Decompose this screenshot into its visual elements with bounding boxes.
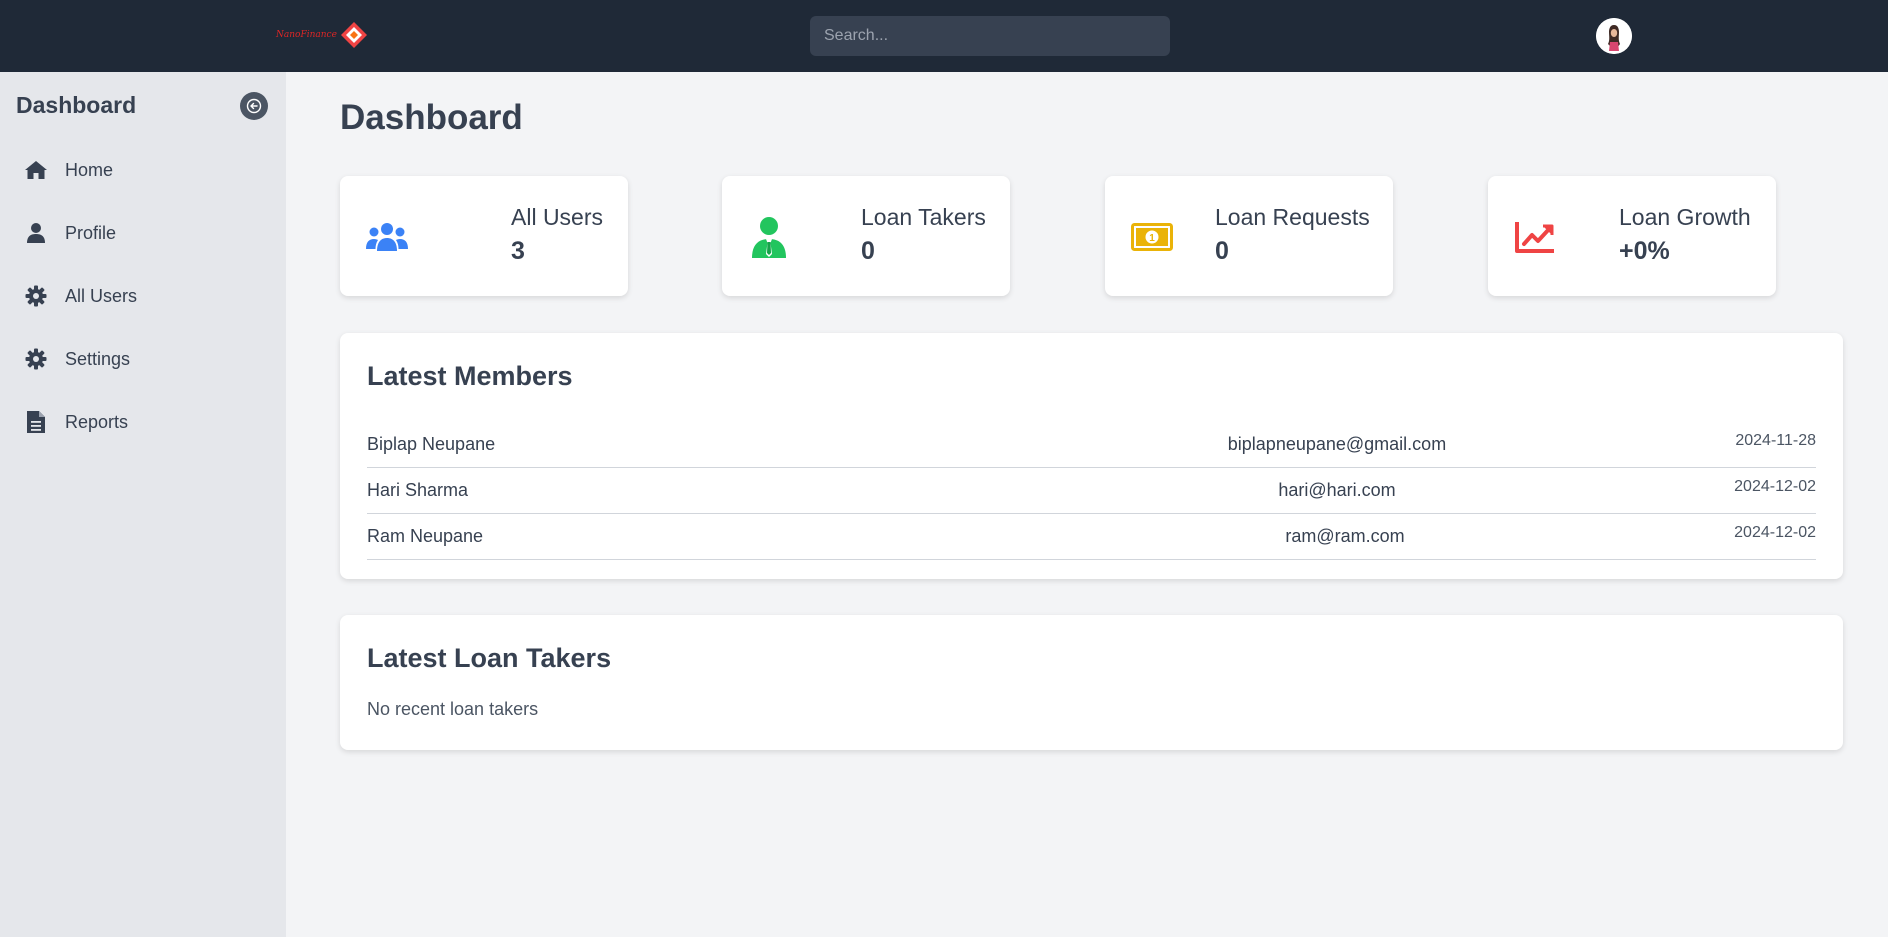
user-tie-icon	[748, 216, 790, 258]
member-date: 2024-12-02	[1734, 478, 1816, 495]
gear-icon	[24, 284, 48, 308]
member-email: biplapneupane@gmail.com	[1227, 434, 1447, 454]
stat-value: 3	[511, 237, 525, 265]
sidebar: Dashboard Home Profile All Users Setting…	[0, 72, 286, 937]
stat-label: Loan Takers	[861, 204, 986, 230]
stat-card-loan-requests[interactable]: 1 Loan Requests 0	[1105, 176, 1393, 296]
sidebar-item-home[interactable]: Home	[0, 148, 286, 192]
member-email: ram@ram.com	[1285, 526, 1405, 546]
member-row[interactable]: Ram Neupane ram@ram.com 2024-12-02	[367, 514, 1816, 560]
svg-text:1: 1	[1149, 233, 1155, 244]
logo-text: NanoFinance	[276, 30, 337, 40]
arrow-left-icon	[246, 98, 262, 114]
sidebar-item-label: All Users	[65, 285, 138, 306]
sidebar-item-all-users[interactable]: All Users	[0, 274, 286, 318]
stat-label: All Users	[511, 204, 604, 230]
sidebar-title: Dashboard	[16, 92, 137, 118]
logo-mark-icon	[340, 22, 367, 48]
stat-card-loan-takers[interactable]: Loan Takers 0	[722, 176, 1010, 296]
home-icon	[24, 158, 48, 182]
stat-value: +0%	[1619, 237, 1670, 265]
member-row[interactable]: Hari Sharma hari@hari.com 2024-12-02	[367, 468, 1816, 514]
sidebar-item-settings[interactable]: Settings	[0, 337, 286, 381]
sidebar-item-label: Reports	[65, 411, 129, 432]
member-email: hari@hari.com	[1278, 480, 1396, 500]
users-icon	[366, 216, 408, 258]
member-row[interactable]: Biplap Neupane biplapneupane@gmail.com 2…	[367, 422, 1816, 468]
member-name: Biplap Neupane	[367, 434, 496, 454]
page-title: Dashboard	[340, 98, 523, 137]
sidebar-item-label: Profile	[65, 222, 117, 243]
stat-value: 0	[1215, 237, 1229, 265]
money-bill-icon: 1	[1131, 216, 1173, 258]
sidebar-collapse-button[interactable]	[240, 92, 268, 120]
user-icon	[24, 221, 48, 245]
member-name: Hari Sharma	[367, 480, 469, 500]
chart-line-icon	[1514, 216, 1556, 258]
latest-loan-takers-title: Latest Loan Takers	[367, 643, 612, 673]
avatar-image	[1596, 18, 1632, 54]
app-logo[interactable]: NanoFinance	[276, 20, 369, 50]
member-date: 2024-12-02	[1734, 524, 1816, 541]
top-navbar: NanoFinance	[0, 0, 1888, 72]
search-input[interactable]	[810, 16, 1170, 56]
latest-loan-takers-card: Latest Loan Takers No recent loan takers	[340, 615, 1843, 750]
sidebar-item-profile[interactable]: Profile	[0, 211, 286, 255]
latest-members-card: Latest Members Biplap Neupane biplapneup…	[340, 333, 1843, 579]
user-avatar[interactable]	[1596, 18, 1632, 54]
empty-state-text: No recent loan takers	[367, 699, 539, 719]
sidebar-item-label: Settings	[65, 348, 131, 369]
latest-members-title: Latest Members	[367, 361, 573, 391]
file-icon	[24, 410, 48, 434]
sidebar-item-reports[interactable]: Reports	[0, 400, 286, 444]
member-name: Ram Neupane	[367, 526, 484, 546]
stat-value: 0	[861, 237, 875, 265]
gear-icon	[24, 347, 48, 371]
sidebar-item-label: Home	[65, 159, 114, 180]
stat-card-loan-growth[interactable]: Loan Growth +0%	[1488, 176, 1776, 296]
stat-label: Loan Growth	[1619, 204, 1751, 230]
stat-label: Loan Requests	[1215, 204, 1370, 230]
stat-card-all-users[interactable]: All Users 3	[340, 176, 628, 296]
member-date: 2024-11-28	[1735, 432, 1816, 449]
